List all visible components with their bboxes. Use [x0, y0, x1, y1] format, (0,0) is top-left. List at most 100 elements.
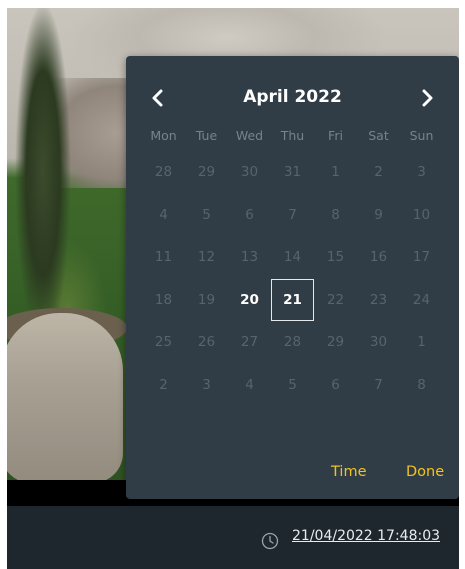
next-month-button[interactable]: [415, 86, 439, 110]
time-button[interactable]: Time: [331, 464, 367, 480]
calendar-day[interactable]: 27: [228, 321, 271, 364]
calendar-day[interactable]: 30: [228, 151, 271, 194]
calendar-day[interactable]: 25: [142, 321, 185, 364]
day-number: 24: [412, 291, 431, 308]
weekday-label: Fri: [328, 128, 343, 143]
calendar-day[interactable]: 17: [400, 236, 443, 279]
calendar-day[interactable]: 26: [185, 321, 228, 364]
calendar-day[interactable]: 29: [314, 321, 357, 364]
calendar-day-grid: 28 29 30 31 1 2 3 4 5 6 7 8 9 10 11 12 1…: [142, 151, 443, 406]
calendar-day-today[interactable]: 20: [228, 279, 271, 322]
month-title: April 2022: [243, 87, 342, 107]
day-number: 3: [417, 164, 426, 181]
day-number: 30: [369, 334, 388, 351]
calendar-day[interactable]: 28: [142, 151, 185, 194]
day-number: 27: [240, 334, 259, 351]
calendar-day[interactable]: 16: [357, 236, 400, 279]
day-number: 28: [283, 334, 302, 351]
chevron-right-icon: [422, 89, 433, 107]
day-number: 1: [417, 334, 426, 351]
day-number: 31: [283, 164, 302, 181]
calendar-day[interactable]: 18: [142, 279, 185, 322]
timestamp-link[interactable]: 21/04/2022 17:48:03: [292, 528, 440, 544]
day-number: 13: [240, 249, 259, 266]
day-number: 29: [326, 334, 345, 351]
date-picker-popup: April 2022 Mon Tue Wed Thu Fri Sat Sun 2…: [126, 56, 459, 499]
day-number: 16: [369, 249, 388, 266]
calendar-day[interactable]: 3: [185, 364, 228, 407]
calendar-header: April 2022: [126, 84, 459, 112]
day-number: 19: [197, 291, 216, 308]
day-number: 5: [288, 376, 297, 393]
calendar-day[interactable]: 22: [314, 279, 357, 322]
day-number: 26: [197, 334, 216, 351]
calendar-day[interactable]: 24: [400, 279, 443, 322]
calendar-day[interactable]: 10: [400, 194, 443, 237]
day-number: 25: [154, 334, 173, 351]
calendar-day[interactable]: 13: [228, 236, 271, 279]
clock-icon: [261, 532, 279, 550]
weekday-label: Sun: [409, 128, 434, 143]
day-number: 11: [154, 249, 173, 266]
cypress-tree: [15, 8, 71, 338]
day-number: 14: [283, 249, 302, 266]
calendar-day[interactable]: 1: [314, 151, 357, 194]
calendar-day[interactable]: 6: [314, 364, 357, 407]
day-number: 2: [159, 376, 168, 393]
day-number: 4: [159, 206, 168, 223]
day-number: 6: [331, 376, 340, 393]
day-number: 1: [331, 164, 340, 181]
calendar-day[interactable]: 3: [400, 151, 443, 194]
day-number: 22: [326, 291, 345, 308]
day-number: 7: [374, 376, 383, 393]
calendar-day[interactable]: 5: [271, 364, 314, 407]
weekday-label: Sat: [368, 128, 389, 143]
day-number: 5: [202, 206, 211, 223]
calendar-day[interactable]: 14: [271, 236, 314, 279]
calendar-day[interactable]: 28: [271, 321, 314, 364]
day-number: 28: [154, 164, 173, 181]
calendar-day[interactable]: 12: [185, 236, 228, 279]
day-number: 9: [374, 206, 383, 223]
day-number: 4: [245, 376, 254, 393]
day-number: 3: [202, 376, 211, 393]
calendar-day[interactable]: 8: [400, 364, 443, 407]
calendar-day[interactable]: 4: [228, 364, 271, 407]
calendar-day[interactable]: 9: [357, 194, 400, 237]
weekday-label: Mon: [150, 128, 177, 143]
calendar-day[interactable]: 15: [314, 236, 357, 279]
calendar-day[interactable]: 29: [185, 151, 228, 194]
day-number: 30: [240, 164, 259, 181]
day-number: 8: [331, 206, 340, 223]
day-number: 15: [326, 249, 345, 266]
calendar-day[interactable]: 2: [142, 364, 185, 407]
weekday-label: Tue: [195, 128, 218, 143]
camera-viewer: 21/04/2022 17:48:03 April 2022 Mon Tue W…: [7, 8, 459, 569]
weekday-label: Thu: [280, 128, 305, 143]
calendar-day[interactable]: 4: [142, 194, 185, 237]
calendar-day[interactable]: 30: [357, 321, 400, 364]
day-number: 10: [412, 206, 431, 223]
done-button[interactable]: Done: [406, 464, 444, 480]
calendar-day[interactable]: 7: [271, 194, 314, 237]
day-number: 20: [240, 291, 259, 308]
calendar-day[interactable]: 31: [271, 151, 314, 194]
calendar-day-selected[interactable]: 21: [271, 278, 314, 322]
calendar-day[interactable]: 7: [357, 364, 400, 407]
calendar-day[interactable]: 2: [357, 151, 400, 194]
weekday-label: Wed: [235, 128, 264, 143]
day-number: 2: [374, 164, 383, 181]
calendar-day[interactable]: 5: [185, 194, 228, 237]
weekday-header-row: Mon Tue Wed Thu Fri Sat Sun: [142, 126, 443, 146]
calendar-day[interactable]: 19: [185, 279, 228, 322]
calendar-day[interactable]: 6: [228, 194, 271, 237]
day-number: 29: [197, 164, 216, 181]
calendar-day[interactable]: 1: [400, 321, 443, 364]
day-number: 7: [288, 206, 297, 223]
status-bar: 21/04/2022 17:48:03: [7, 506, 459, 569]
day-number: 6: [245, 206, 254, 223]
calendar-day[interactable]: 8: [314, 194, 357, 237]
calendar-day[interactable]: 11: [142, 236, 185, 279]
flower-pot: [7, 313, 123, 480]
calendar-day[interactable]: 23: [357, 279, 400, 322]
